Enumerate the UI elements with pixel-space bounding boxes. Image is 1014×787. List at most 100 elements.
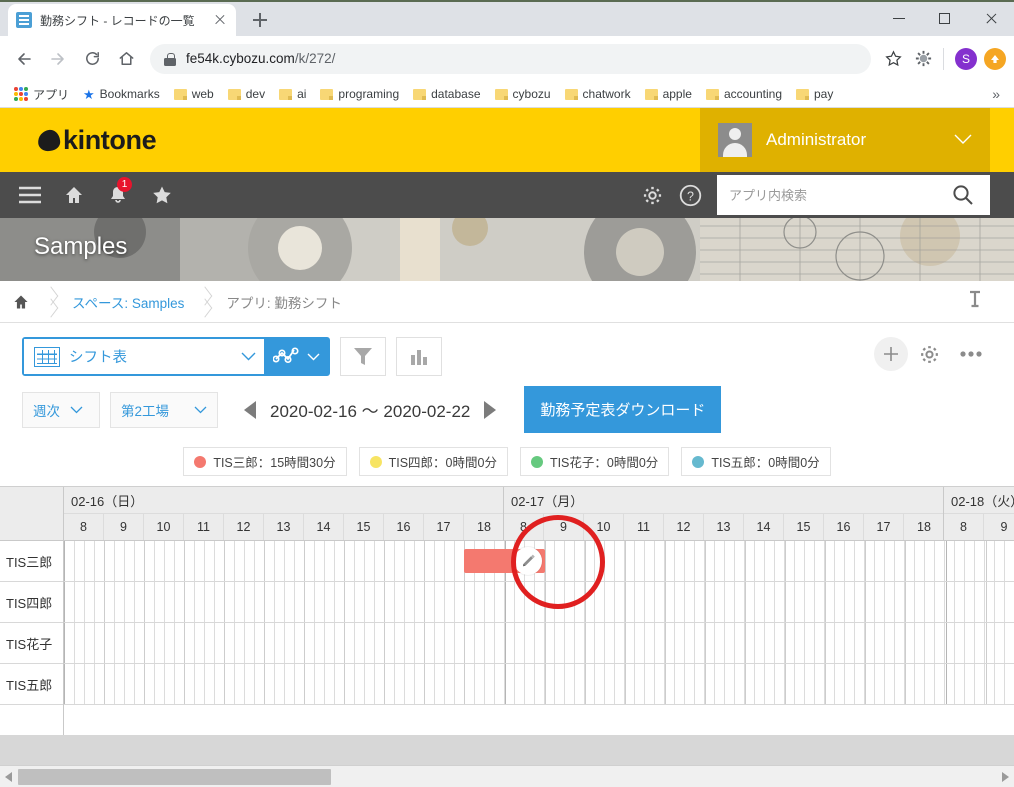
close-window-button[interactable] — [968, 2, 1014, 34]
user-name: Administrator — [766, 130, 867, 149]
period-select-label: 週次 — [33, 403, 60, 419]
app-settings-gear-icon[interactable] — [908, 337, 950, 371]
bookmark-item[interactable]: database — [407, 84, 486, 104]
pin-icon[interactable] — [968, 290, 982, 313]
bookmark-item[interactable]: dev — [222, 84, 271, 104]
gantt-day-label: 02-18（火） — [944, 487, 1014, 514]
gantt-hour-separator — [144, 541, 145, 581]
apps-grid-icon — [14, 87, 28, 101]
bell-icon[interactable]: 1 — [98, 173, 138, 217]
add-record-button[interactable] — [874, 337, 908, 371]
scrollbar-thumb[interactable] — [18, 768, 331, 785]
gantt-row[interactable] — [64, 664, 1014, 705]
hamburger-icon[interactable] — [10, 173, 50, 217]
search-input[interactable] — [727, 186, 925, 204]
view-selector[interactable]: シフト表 — [22, 337, 330, 376]
gantt-hour-separator — [224, 623, 225, 663]
more-options-ellipsis-icon[interactable] — [950, 337, 992, 371]
gantt-hour-separator — [424, 582, 425, 622]
next-period-button[interactable] — [484, 400, 497, 419]
bookmark-item[interactable]: programing — [314, 84, 405, 104]
gantt-bottom-filler — [0, 735, 1014, 765]
bookmark-item[interactable]: ★ Bookmarks — [77, 84, 166, 104]
scroll-right-icon[interactable] — [996, 766, 1014, 787]
breadcrumb-app: アプリ: 勤務シフト — [212, 292, 356, 312]
help-circle-icon[interactable]: ? — [671, 172, 709, 218]
chevron-down-icon — [70, 402, 83, 417]
bookmark-item[interactable]: apple — [639, 84, 698, 104]
bookmark-item[interactable]: cybozu — [489, 84, 557, 104]
back-arrow-icon[interactable] — [8, 43, 40, 75]
gantt-day-separator — [64, 623, 65, 663]
scroll-left-icon[interactable] — [0, 766, 18, 787]
breadcrumb-separator — [44, 281, 58, 323]
scrollbar-track[interactable] — [18, 766, 996, 787]
breadcrumb-home-icon[interactable] — [0, 293, 44, 311]
gantt-hour-separator — [384, 664, 385, 704]
gantt-hour-separator — [585, 664, 586, 704]
star-icon[interactable] — [142, 173, 182, 217]
view-selector-main[interactable]: シフト表 — [24, 339, 264, 374]
bookmark-item[interactable]: ai — [273, 84, 312, 104]
maximize-button[interactable] — [922, 2, 968, 34]
gantt-row[interactable] — [64, 623, 1014, 664]
breadcrumb: スペース: Samples アプリ: 勤務シフト — [0, 281, 1014, 323]
extension-gear-icon[interactable] — [909, 45, 937, 73]
kintone-logo[interactable]: kintone — [0, 108, 157, 172]
download-schedule-button[interactable]: 勤務予定表ダウンロード — [524, 386, 722, 433]
close-icon[interactable] — [212, 12, 228, 28]
graph-view-button[interactable] — [264, 339, 328, 374]
gantt-hour-separator — [745, 541, 746, 581]
search-icon[interactable] — [935, 175, 990, 215]
gantt-day-separator — [946, 582, 947, 622]
kintone-favicon — [16, 12, 32, 28]
update-arrow-icon[interactable] — [984, 47, 1006, 70]
user-menu[interactable]: Administrator — [700, 108, 990, 172]
toolbar-divider — [943, 47, 944, 70]
gantt-hour-separator — [384, 582, 385, 622]
pencil-edit-icon[interactable] — [514, 547, 542, 575]
factory-select[interactable]: 第2工場 — [110, 391, 218, 428]
bookmark-item[interactable]: pay — [790, 84, 839, 104]
reload-icon[interactable] — [76, 43, 108, 75]
minimize-button[interactable] — [876, 2, 922, 34]
home-icon[interactable] — [110, 43, 142, 75]
gantt-hour-separator — [905, 582, 906, 622]
gantt-day-column: 02-18（火）89 — [944, 487, 1014, 541]
legend-color-dot — [692, 455, 705, 468]
gantt-hour-separator — [905, 541, 906, 581]
graph-line-icon — [272, 346, 299, 363]
bookmark-item[interactable]: chatwork — [559, 84, 637, 104]
star-icon[interactable] — [879, 45, 907, 73]
horizontal-scrollbar[interactable] — [0, 765, 1014, 787]
gantt-day-label: 02-16（日） — [64, 487, 503, 514]
bookmark-item[interactable]: accounting — [700, 84, 788, 104]
chart-button[interactable] — [396, 337, 442, 376]
new-tab-button[interactable] — [246, 6, 274, 34]
forward-arrow-icon[interactable] — [42, 43, 74, 75]
gantt-hour-separator — [545, 541, 546, 581]
bookmarks-overflow-button[interactable]: » — [986, 86, 1006, 102]
gantt-hour-separator — [745, 623, 746, 663]
gantt-day-separator — [946, 623, 947, 663]
address-bar[interactable]: fe54k.cybozu.com/k/272/ — [150, 43, 871, 74]
browser-tab[interactable]: 勤務シフト - レコードの一覧 — [8, 4, 236, 36]
filter-button[interactable] — [340, 337, 386, 376]
prev-period-button[interactable] — [244, 400, 256, 419]
legend-color-dot — [530, 455, 543, 468]
gear-icon[interactable] — [633, 172, 671, 218]
gantt-row[interactable] — [64, 582, 1014, 623]
app-search-field[interactable] — [717, 175, 935, 215]
gantt-hour-separator — [424, 541, 425, 581]
gantt-hour-label: 12 — [664, 514, 704, 540]
gantt-row[interactable] — [64, 541, 1014, 582]
gantt-shift-bar[interactable] — [464, 547, 545, 575]
home-icon[interactable] — [54, 173, 94, 217]
breadcrumb-space[interactable]: スペース: Samples — [58, 292, 198, 312]
profile-avatar[interactable]: S — [955, 47, 977, 70]
gantt-day-separator — [946, 664, 947, 704]
gantt-hour-separator — [865, 582, 866, 622]
bookmark-item[interactable]: web — [168, 84, 220, 104]
period-select[interactable]: 週次 — [22, 391, 100, 428]
apps-shortcut[interactable]: アプリ — [8, 83, 75, 106]
